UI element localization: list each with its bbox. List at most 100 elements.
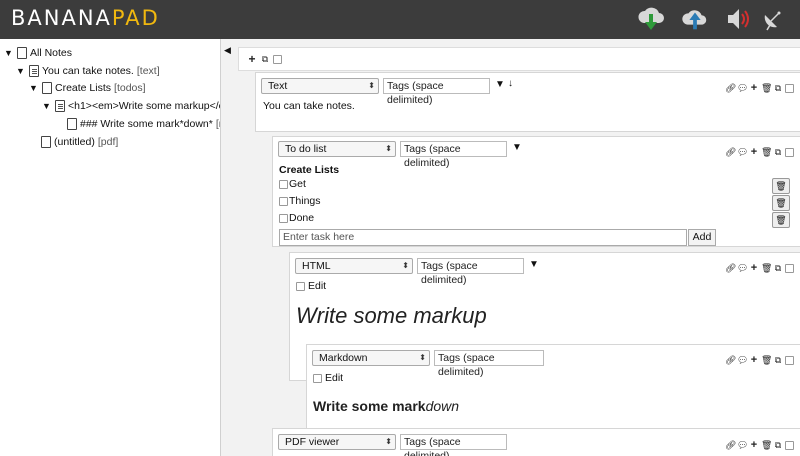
delete-task-button[interactable]: 🗑︎ [772, 178, 790, 194]
expand-triangle-icon[interactable]: ▼ [16, 63, 26, 79]
note-pdf: PDF viewer Tags (space delimited) 🔗︎ 💬︎ … [272, 428, 800, 456]
trash-icon[interactable]: 🗑︎ [761, 147, 772, 157]
edit-label: Edit [325, 372, 344, 384]
tags-input[interactable]: Tags (space delimited) [400, 434, 507, 456]
comment-icon[interactable]: 💬︎ [737, 355, 748, 365]
download-cloud-icon[interactable] [636, 4, 666, 34]
collapse-triangle-icon[interactable]: ▼ [529, 259, 539, 270]
root-toolbar: + ⧉ [238, 47, 800, 71]
select-all-checkbox[interactable] [273, 54, 282, 64]
edit-checkbox[interactable] [313, 373, 322, 383]
document-icon [67, 118, 77, 130]
copy-icon[interactable]: ⧉ [773, 83, 783, 93]
trash-icon[interactable]: 🗑︎ [761, 263, 772, 273]
todo-title[interactable]: Create Lists [279, 164, 339, 176]
tree-item-label: <h1><em>Write some markup</em> [68, 100, 220, 112]
todo-item-label[interactable]: Get [289, 178, 306, 190]
note-select-checkbox[interactable] [785, 263, 794, 273]
comment-icon[interactable]: 💬︎ [737, 263, 748, 273]
add-child-icon[interactable]: + [749, 263, 759, 274]
add-child-icon[interactable]: + [749, 147, 759, 158]
tags-input[interactable]: Tags (space delimited) [434, 350, 544, 378]
link-icon[interactable]: 🔗︎ [725, 263, 736, 273]
tags-input[interactable]: Tags (space delimited) [400, 141, 507, 169]
tree-item-type: [todos] [114, 82, 146, 94]
upload-cloud-icon[interactable] [680, 4, 710, 34]
paste-icon[interactable]: ⧉ [260, 54, 270, 64]
note-text-content[interactable]: You can take notes. [263, 100, 355, 112]
expand-triangle-icon[interactable]: ▼ [42, 98, 52, 114]
tree-item-label: (untitled) [54, 136, 95, 148]
copy-icon[interactable]: ⧉ [773, 147, 783, 157]
copy-icon[interactable]: ⧉ [773, 440, 783, 450]
link-icon[interactable]: 🔗︎ [725, 355, 736, 365]
notes-panel: + ⧉ Text Tags (space delimited) ▼ ↓ 🔗︎ 💬… [221, 39, 800, 456]
satellite-dish-icon[interactable] [758, 4, 788, 34]
expand-triangle-icon[interactable]: ▼ [29, 80, 39, 96]
task-input[interactable]: Enter task here [279, 229, 687, 246]
comment-icon[interactable]: 💬︎ [737, 83, 748, 93]
todo-item-label[interactable]: Things [289, 195, 321, 207]
todo-checkbox[interactable] [279, 213, 288, 223]
note-type-select[interactable]: HTML [295, 258, 413, 274]
note-type-select[interactable]: PDF viewer [278, 434, 396, 450]
copy-icon[interactable]: ⧉ [773, 263, 783, 273]
todo-item-label[interactable]: Done [289, 212, 314, 224]
note-todo: To do list Tags (space delimited) ▼ 🔗︎ 💬… [272, 136, 800, 247]
trash-icon[interactable]: 🗑︎ [761, 440, 772, 450]
sidebar-tree: ▼ All Notes ▼ You can take notes. [text]… [0, 39, 221, 456]
note-actions: 🔗︎ 💬︎ + 🗑︎ ⧉ [725, 261, 794, 275]
code-document-icon [55, 100, 65, 112]
tree-item-pdf-note[interactable]: (untitled) [pdf] [41, 134, 118, 150]
comment-icon[interactable]: 💬︎ [737, 147, 748, 157]
edit-label: Edit [308, 280, 327, 292]
html-rendered-heading[interactable]: Write some markup [296, 303, 487, 329]
tags-input[interactable]: Tags (space delimited) [383, 78, 490, 106]
app-logo: BANANAPAD [11, 6, 160, 30]
tree-item-html-note[interactable]: ▼ <h1><em>Write some markup</em> [42, 98, 220, 114]
note-type-select[interactable]: To do list [278, 141, 396, 157]
tree-item-all-notes[interactable]: ▼ All Notes [4, 45, 72, 61]
expand-triangle-icon[interactable]: ▼ [4, 45, 14, 61]
note-select-checkbox[interactable] [785, 147, 794, 157]
note-type-select[interactable]: Text [261, 78, 379, 94]
note-type-select[interactable]: Markdown [312, 350, 430, 366]
collapse-triangle-icon[interactable]: ▼ [495, 79, 505, 90]
comment-icon[interactable]: 💬︎ [737, 440, 748, 450]
delete-task-button[interactable]: 🗑︎ [772, 212, 790, 228]
note-actions: 🔗︎ 💬︎ + 🗑︎ ⧉ [725, 353, 794, 367]
document-icon [42, 82, 52, 94]
link-icon[interactable]: 🔗︎ [725, 440, 736, 450]
edit-toggle: Edit [296, 280, 326, 292]
edit-checkbox[interactable] [296, 281, 305, 291]
add-child-icon[interactable]: + [749, 355, 759, 366]
note-select-checkbox[interactable] [785, 83, 794, 93]
trash-icon[interactable]: 🗑︎ [761, 83, 772, 93]
todo-checkbox[interactable] [279, 196, 288, 206]
tree-item-todo-note[interactable]: ▼ Create Lists [todos] [29, 80, 146, 96]
link-icon[interactable]: 🔗︎ [725, 83, 736, 93]
add-note-icon[interactable]: + [247, 53, 257, 65]
todo-item: Done [279, 212, 314, 224]
add-child-icon[interactable]: + [749, 83, 759, 94]
speaker-icon[interactable] [723, 4, 753, 34]
tree-item-type: [text] [136, 65, 160, 77]
tags-input[interactable]: Tags (space delimited) [417, 258, 524, 286]
note-select-checkbox[interactable] [785, 440, 794, 450]
text-document-icon [29, 65, 39, 77]
copy-icon[interactable]: ⧉ [773, 355, 783, 365]
tree-item-label: You can take notes. [42, 65, 134, 77]
tree-item-text-note[interactable]: ▼ You can take notes. [text] [16, 63, 160, 79]
todo-item: Get [279, 178, 306, 190]
sort-down-arrow-icon[interactable]: ↓ [508, 78, 513, 89]
add-task-button[interactable]: Add [688, 229, 716, 246]
link-icon[interactable]: 🔗︎ [725, 147, 736, 157]
markdown-rendered-heading[interactable]: Write some markdown [313, 398, 459, 414]
delete-task-button[interactable]: 🗑︎ [772, 195, 790, 211]
note-select-checkbox[interactable] [785, 355, 794, 365]
collapse-triangle-icon[interactable]: ▼ [512, 142, 522, 153]
todo-checkbox[interactable] [279, 179, 288, 189]
trash-icon[interactable]: 🗑︎ [761, 355, 772, 365]
tree-item-markdown-note[interactable]: ### Write some mark*down* [m [67, 116, 220, 132]
add-child-icon[interactable]: + [749, 440, 759, 451]
